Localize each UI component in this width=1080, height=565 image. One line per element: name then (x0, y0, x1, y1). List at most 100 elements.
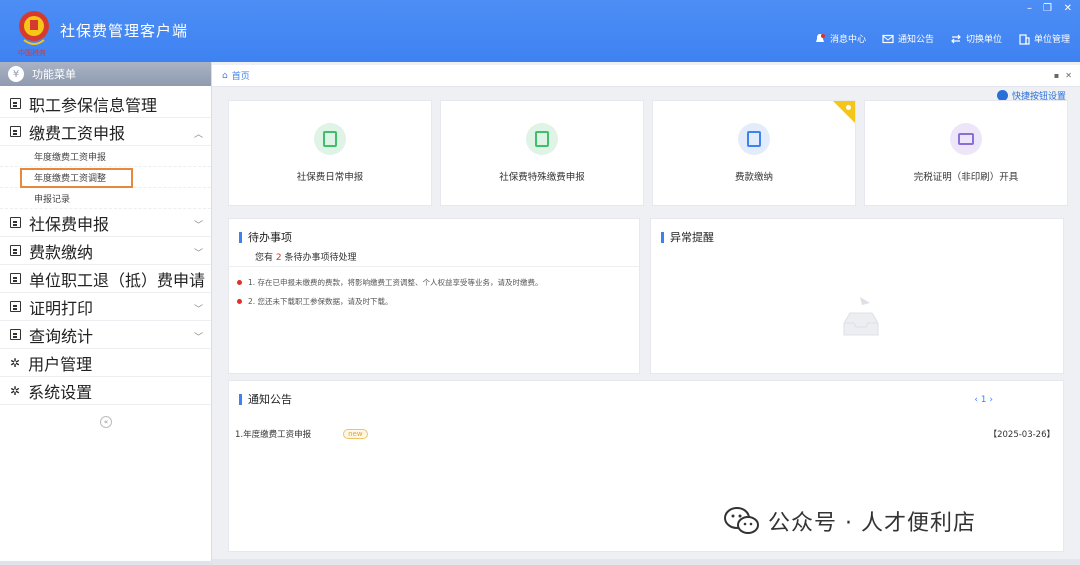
card-label: 社保费特殊缴费申报 (499, 172, 585, 183)
sidebar-item-staff-insurance[interactable]: 职工参保信息管理 (0, 90, 211, 118)
red-dot-icon (237, 280, 242, 285)
todo-summary-post: 条待办事项待处理 (284, 253, 357, 263)
notice-title: 通知公告 (239, 391, 292, 407)
gear-icon: ✲ (10, 355, 21, 370)
new-badge: new (343, 429, 368, 439)
book-icon (738, 123, 770, 155)
sidebar-item-label: 查询统计 (29, 326, 94, 346)
notice-title-text: 通知公告 (248, 393, 292, 406)
close-button[interactable]: ✕ (1064, 3, 1072, 14)
mail-icon (882, 34, 894, 43)
highlight-box (20, 168, 133, 188)
corner-badge (833, 101, 855, 123)
card-fee-payment[interactable]: 费款缴纳 (652, 100, 856, 206)
home-icon: ⌂ (222, 70, 228, 81)
sidebar-item-label: 系统设置 (28, 382, 93, 402)
tab-options-button[interactable]: ▪ (1054, 71, 1059, 80)
sidebar-item-label: 职工参保信息管理 (29, 95, 158, 115)
pagination[interactable]: ‹ 1 › (974, 395, 993, 405)
tax-emblem-icon (19, 11, 49, 45)
todo-summary-pre: 您有 (255, 253, 274, 263)
notice-row-date: 【2025-03-26】 (988, 430, 1055, 440)
collapse-sidebar-button[interactable]: « (100, 416, 112, 428)
book-icon (10, 245, 21, 256)
bell-icon (815, 33, 825, 42)
card-label: 社保费日常申报 (296, 172, 364, 183)
sidebar-item-label: 社保费申报 (29, 214, 110, 234)
todo-title-text: 待办事项 (248, 231, 292, 244)
sidebar-item-label: 单位职工退（抵）费申请 (29, 270, 206, 290)
todo-item-text: 1. 存在已申报未缴费的费款，将影响缴费工资调整、个人权益享受等业务，请及时缴费… (248, 278, 543, 287)
bottom-strip (212, 559, 1080, 565)
todo-summary: 您有 2 条待办事项待处理 (255, 250, 357, 263)
card-label: 完税证明（非印刷）开具 (913, 172, 1019, 183)
sub-item-declare-records[interactable]: 申报记录 (0, 188, 211, 209)
watermark: 公众号 · 人才便利店 (724, 505, 976, 537)
logo-subtext: 中国税务 (18, 49, 46, 57)
nav-message-center[interactable]: 消息中心 (814, 32, 866, 45)
minimize-button[interactable]: – (1027, 3, 1032, 14)
app-title: 社保费管理客户端 (60, 22, 189, 40)
card-daily-declare[interactable]: 社保费日常申报 (228, 100, 432, 206)
sub-item-annual-wage-adjust[interactable]: 年度缴费工资调整 (0, 167, 211, 188)
todo-item[interactable]: 2. 您还未下载职工参保数据，请及时下载。 (237, 296, 393, 307)
notice-row-title: 1.年度缴费工资申报 (235, 430, 312, 440)
card-special-declare[interactable]: 社保费特殊缴费申报 (440, 100, 644, 206)
sub-item-annual-wage-declare[interactable]: 年度缴费工资申报 (0, 146, 211, 167)
nav-switch-unit[interactable]: 切换单位 (950, 32, 1002, 45)
sidebar-item-query-stats[interactable]: 查询统计 ﹀ (0, 321, 211, 349)
nav-notices[interactable]: 通知公告 (882, 32, 934, 45)
sub-item-label: 申报记录 (34, 194, 71, 205)
restore-button[interactable]: ❐ (1043, 3, 1052, 14)
notice-row[interactable]: 1.年度缴费工资申报 new 【2025-03-26】 (235, 428, 1055, 440)
chevron-down-icon: ﹀ (193, 221, 203, 231)
nav-label: 切换单位 (965, 35, 1002, 45)
sidebar-item-social-fee-declare[interactable]: 社保费申报 ﹀ (0, 209, 211, 237)
function-menu-title: 功能菜单 (32, 68, 76, 81)
todo-panel: 待办事项 您有 2 条待办事项待处理 1. 存在已申报未缴费的费款，将影响缴费工… (228, 218, 640, 374)
print-icon (10, 301, 21, 312)
card-tax-certificate[interactable]: 完税证明（非印刷）开具 (864, 100, 1068, 206)
sidebar-item-certificate-print[interactable]: 证明打印 ﹀ (0, 293, 211, 321)
quick-cards: 社保费日常申报 社保费特殊缴费申报 费款缴纳 完税证明（非印刷）开具 (228, 100, 1068, 206)
todo-item-text: 2. 您还未下载职工参保数据，请及时下载。 (248, 297, 393, 306)
list-icon (10, 273, 21, 284)
list-icon (10, 217, 21, 228)
sidebar-item-wage-declare[interactable]: 缴费工资申报 ︿ (0, 118, 211, 146)
nav-label: 通知公告 (897, 35, 934, 45)
sidebar-item-label: 缴费工资申报 (29, 123, 126, 143)
header-nav: 消息中心 通知公告 切换单位 单位管理 (814, 32, 1070, 45)
building-icon (1019, 33, 1030, 45)
divider (229, 266, 639, 267)
clipboard-icon (526, 123, 558, 155)
gear-icon: ✲ (10, 383, 21, 398)
sidebar-item-label: 费款缴纳 (29, 242, 94, 262)
alert-title: 异常提醒 (661, 229, 714, 245)
printer-icon (950, 123, 982, 155)
sidebar-item-refund-apply[interactable]: 单位职工退（抵）费申请 (0, 265, 211, 293)
card-label: 费款缴纳 (734, 172, 773, 183)
red-dot-icon (237, 299, 242, 304)
breadcrumb: ⌂ 首页 ▪ ✕ (212, 65, 1080, 87)
chevron-up-icon: ︿ (193, 130, 203, 140)
chart-icon (10, 329, 21, 340)
menu-icon: ¥ (8, 66, 24, 82)
switch-icon (951, 34, 961, 43)
nav-unit-manage[interactable]: 单位管理 (1018, 32, 1070, 45)
watermark-text: 公众号 · 人才便利店 (768, 511, 976, 536)
sidebar-item-user-manage[interactable]: ✲ 用户管理 (0, 349, 211, 377)
alert-panel: 异常提醒 (650, 218, 1064, 374)
chevron-down-icon: ﹀ (193, 333, 203, 343)
sidebar-item-label: 用户管理 (28, 354, 93, 374)
breadcrumb-home-tab[interactable]: 首页 (232, 69, 250, 82)
chevron-down-icon: ﹀ (193, 305, 203, 315)
sidebar-item-payment[interactable]: 费款缴纳 ﹀ (0, 237, 211, 265)
wechat-icon (724, 507, 759, 534)
todo-count: 2 (275, 253, 282, 263)
sidebar-item-system-settings[interactable]: ✲ 系统设置 (0, 377, 211, 405)
empty-inbox-icon (843, 297, 879, 336)
alert-title-text: 异常提醒 (670, 231, 714, 244)
todo-item[interactable]: 1. 存在已申报未缴费的费款，将影响缴费工资调整、个人权益享受等业务，请及时缴费… (237, 277, 543, 288)
list-icon (10, 98, 21, 109)
tab-close-button[interactable]: ✕ (1065, 71, 1072, 80)
